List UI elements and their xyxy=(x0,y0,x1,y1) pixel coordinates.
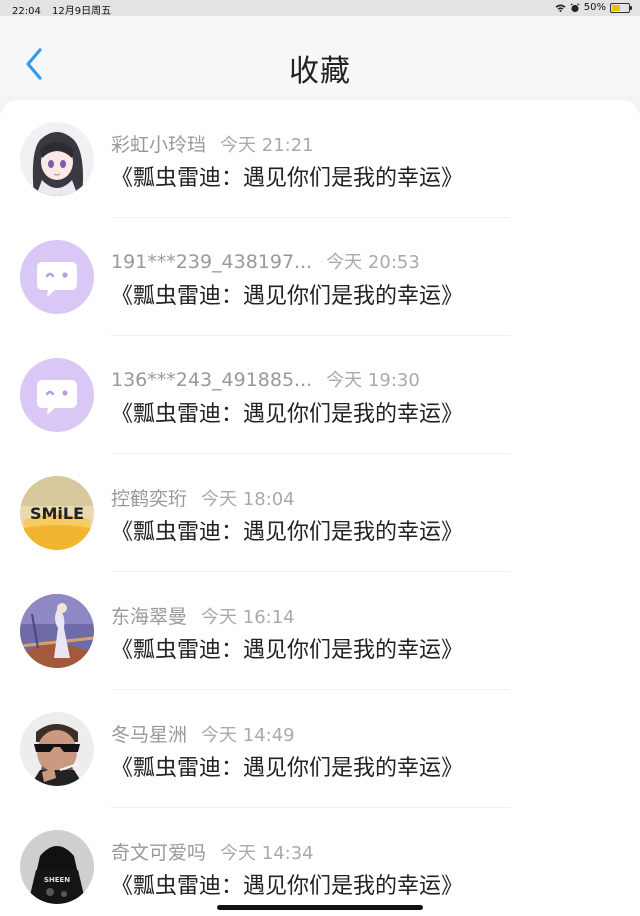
item-title[interactable]: 《瓢虫雷迪：遇见你们是我的幸运》 xyxy=(111,750,463,782)
timestamp: 今天 14:49 xyxy=(201,725,295,746)
username[interactable]: 控鹤奕珩 xyxy=(111,488,187,510)
black-hoodie-avatar-icon: SHEEN xyxy=(20,830,94,904)
status-bar: 22:04 12月9日周五 50% xyxy=(0,0,640,17)
timestamp: 今天 14:34 xyxy=(220,843,314,864)
avatar[interactable]: SMiLE xyxy=(20,476,94,550)
item-meta: 136***243_491885... 今天 19:30 xyxy=(111,366,420,392)
list-item[interactable]: 彩虹小玲珰 今天 21:21 《瓢虫雷迪：遇见你们是我的幸运》 xyxy=(0,100,640,218)
list-item[interactable]: SHEEN 奇文可爱吗 今天 14:34 《瓢虫雷迪：遇见你们是我的幸运》 xyxy=(0,808,640,916)
list-item[interactable]: 冬马星洲 今天 14:49 《瓢虫雷迪：遇见你们是我的幸运》 xyxy=(0,690,640,808)
home-indicator[interactable] xyxy=(217,905,423,910)
svg-text:SMiLE: SMiLE xyxy=(30,504,84,523)
avatar[interactable] xyxy=(20,122,94,196)
avatar[interactable] xyxy=(20,712,94,786)
avatar[interactable]: SHEEN xyxy=(20,830,94,904)
timestamp: 今天 18:04 xyxy=(201,489,295,510)
svg-text:SHEEN: SHEEN xyxy=(44,876,70,884)
chat-bubble-avatar-icon xyxy=(20,358,94,432)
item-meta: 东海翠曼 今天 16:14 xyxy=(111,602,295,629)
timestamp: 今天 20:53 xyxy=(326,252,420,273)
username[interactable]: 136***243_491885... xyxy=(111,369,312,391)
item-meta: 控鹤奕珩 今天 18:04 xyxy=(111,484,295,511)
timestamp: 今天 16:14 xyxy=(201,607,295,628)
list-item[interactable]: 136***243_491885... 今天 19:30 《瓢虫雷迪：遇见你们是我… xyxy=(0,336,640,454)
username[interactable]: 冬马星洲 xyxy=(111,724,187,746)
item-meta: 191***239_438197... 今天 20:53 xyxy=(111,248,420,274)
item-title[interactable]: 《瓢虫雷迪：遇见你们是我的幸运》 xyxy=(111,868,463,900)
item-title[interactable]: 《瓢虫雷迪：遇见你们是我的幸运》 xyxy=(111,160,463,192)
smile-cup-avatar-icon: SMiLE xyxy=(20,476,94,550)
item-title[interactable]: 《瓢虫雷迪：遇见你们是我的幸运》 xyxy=(111,278,463,310)
username[interactable]: 191***239_438197... xyxy=(111,251,312,273)
timestamp: 今天 19:30 xyxy=(326,370,420,391)
item-title[interactable]: 《瓢虫雷迪：遇见你们是我的幸运》 xyxy=(111,632,463,664)
item-title[interactable]: 《瓢虫雷迪：遇见你们是我的幸运》 xyxy=(111,396,463,428)
battery-percent: 50% xyxy=(583,2,606,13)
anime-scene-avatar-icon xyxy=(20,594,94,668)
item-meta: 奇文可爱吗 今天 14:34 xyxy=(111,838,314,865)
avatar[interactable] xyxy=(20,240,94,314)
username[interactable]: 彩虹小玲珰 xyxy=(111,134,206,156)
item-meta: 冬马星洲 今天 14:49 xyxy=(111,720,295,747)
list-item[interactable]: 东海翠曼 今天 16:14 《瓢虫雷迪：遇见你们是我的幸运》 xyxy=(0,572,640,690)
item-title[interactable]: 《瓢虫雷迪：遇见你们是我的幸运》 xyxy=(111,514,463,546)
username[interactable]: 东海翠曼 xyxy=(111,606,187,628)
battery-icon xyxy=(610,2,632,13)
list-item[interactable]: 191***239_438197... 今天 20:53 《瓢虫雷迪：遇见你们是我… xyxy=(0,218,640,336)
username[interactable]: 奇文可爱吗 xyxy=(111,842,206,864)
wifi-icon xyxy=(555,4,566,12)
favorites-list: 彩虹小玲珰 今天 21:21 《瓢虫雷迪：遇见你们是我的幸运》 191***239… xyxy=(0,100,640,916)
alarm-icon xyxy=(570,2,580,13)
item-meta: 彩虹小玲珰 今天 21:21 xyxy=(111,130,314,157)
avatar[interactable] xyxy=(20,358,94,432)
page-title: 收藏 xyxy=(289,54,351,89)
battery-fill xyxy=(612,4,620,11)
anime-girl-avatar-icon xyxy=(20,122,94,196)
timestamp: 今天 21:21 xyxy=(220,135,314,156)
list-item[interactable]: SMiLE 控鹤奕珩 今天 18:04 《瓢虫雷迪：遇见你们是我的幸运》 xyxy=(0,454,640,572)
navigation-header: 收藏 xyxy=(0,16,640,96)
man-sunglasses-avatar-icon xyxy=(20,712,94,786)
chat-bubble-avatar-icon xyxy=(20,240,94,314)
avatar[interactable] xyxy=(20,594,94,668)
